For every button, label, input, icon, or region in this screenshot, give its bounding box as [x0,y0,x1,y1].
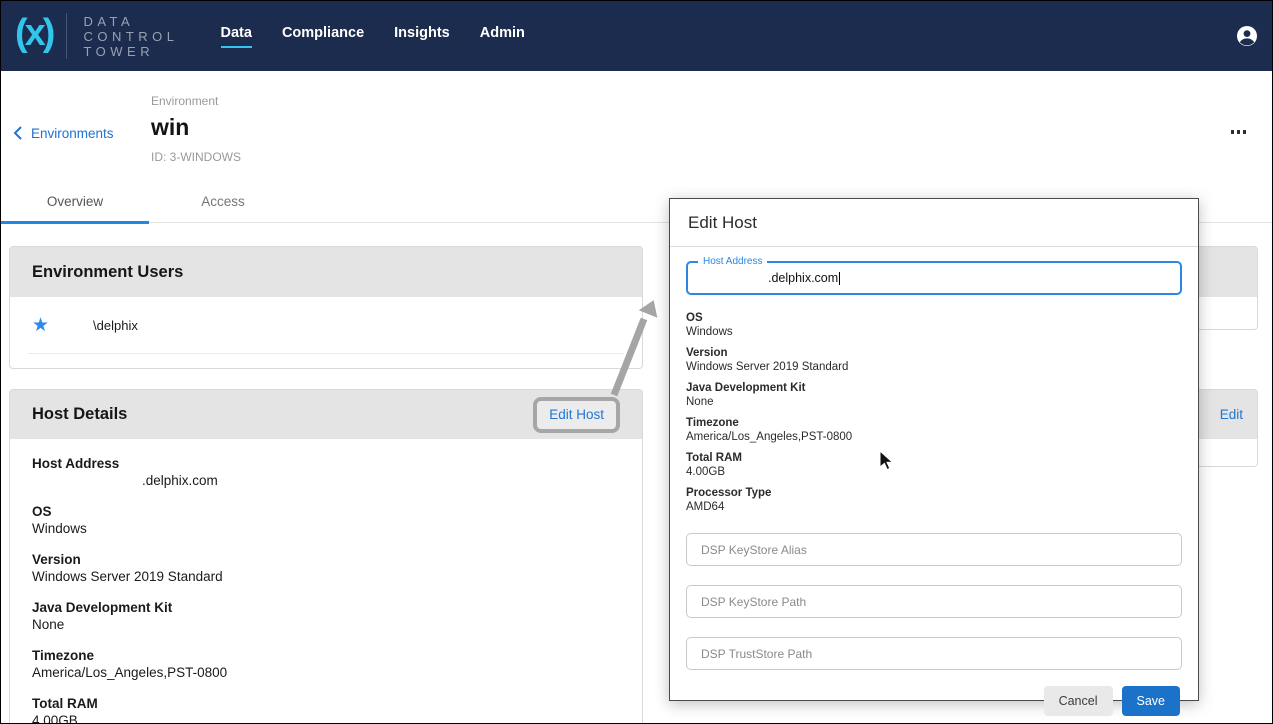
field-value: Windows Server 2019 Standard [32,568,620,585]
field-timezone: Timezone America/Los_Angeles,PST-0800 [32,647,620,681]
modal-field-total-ram: Total RAM 4.00GB [686,452,1182,479]
field-value: .delphix.com [142,472,620,489]
field-value: Windows [686,325,1182,339]
logo-divider [66,13,67,59]
modal-footer: Cancel Save [670,670,1198,716]
delphix-logo: (x) DATA CONTROL TOWER [15,13,179,59]
field-value: None [686,395,1182,409]
back-link-label: Environments [31,126,114,141]
field-total-ram: Total RAM 4.00GB [32,695,620,724]
field-label: OS [686,312,1182,325]
more-actions-icon[interactable] [1231,130,1247,134]
save-button[interactable]: Save [1122,686,1181,716]
modal-field-jdk: Java Development Kit None [686,382,1182,409]
dsp-keystore-alias-input[interactable] [686,533,1182,566]
field-os: OS Windows [32,503,620,537]
mouse-cursor [879,450,895,472]
delphix-logo-icon: (x) [15,14,52,58]
field-value: Windows [32,520,620,537]
modal-title: Edit Host [670,199,1198,247]
tab-overview[interactable]: Overview [1,187,149,223]
field-version: Version Windows Server 2019 Standard [32,551,620,585]
profile-account-icon[interactable] [1236,25,1258,47]
modal-static-fields: OS Windows Version Windows Server 2019 S… [686,312,1182,514]
modal-field-timezone: Timezone America/Los_Angeles,PST-0800 [686,417,1182,444]
logo-line-2: CONTROL [83,29,178,44]
field-label: Total RAM [32,695,620,712]
field-label: Version [32,551,620,568]
field-value: None [32,616,620,633]
text-caret [839,272,840,285]
cancel-button[interactable]: Cancel [1044,686,1113,716]
nav-item-admin[interactable]: Admin [480,25,525,48]
modal-field-os: OS Windows [686,312,1182,339]
product-name: DATA CONTROL TOWER [83,14,178,59]
field-label: Timezone [32,647,620,664]
field-label: Host Address [32,455,620,472]
dsp-keystore-path-input[interactable] [686,585,1182,618]
environment-users-panel: Environment Users ★ \delphix [9,246,643,369]
dsp-truststore-path-input[interactable] [686,637,1182,670]
field-value: Windows Server 2019 Standard [686,360,1182,374]
modal-field-processor-type: Processor Type AMD64 [686,487,1182,514]
field-value: 4.00GB [32,712,620,724]
chevron-left-icon [13,125,23,141]
host-details-title: Host Details [32,405,127,424]
page-title: win [151,114,189,141]
logo-line-3: TOWER [83,44,178,59]
tab-access[interactable]: Access [149,187,297,223]
field-value: America/Los_Angeles,PST-0800 [686,430,1182,444]
user-row[interactable]: ★ \delphix [28,297,624,354]
host-address-input-value: .delphix.com [768,263,840,293]
host-details-panel: Host Details Edit Host Host Address .del… [9,389,643,724]
annotation-arrow [586,289,676,404]
host-details-header: Host Details Edit Host [10,390,642,439]
right-panel-edit-button[interactable]: Edit [1220,407,1243,422]
entity-type-label: Environment [151,94,218,108]
field-label: Total RAM [686,452,1182,465]
host-address-input[interactable]: Host Address .delphix.com [686,261,1182,295]
field-label: Java Development Kit [32,599,620,616]
field-label: Timezone [686,417,1182,430]
host-address-input-label: Host Address [698,256,767,267]
app-window: (x) DATA CONTROL TOWER Data Compliance I… [0,0,1273,724]
nav-item-data[interactable]: Data [221,25,252,48]
primary-nav: Data Compliance Insights Admin [221,25,525,48]
top-navbar: (x) DATA CONTROL TOWER Data Compliance I… [1,1,1272,71]
environment-users-header: Environment Users [10,247,642,297]
edit-host-button-label: Edit Host [549,407,604,422]
field-jdk: Java Development Kit None [32,599,620,633]
edit-host-modal: Edit Host Host Address .delphix.com OS W… [669,198,1199,701]
field-host-address: Host Address .delphix.com [32,455,620,489]
field-label: Version [686,347,1182,360]
field-label: OS [32,503,620,520]
modal-field-version: Version Windows Server 2019 Standard [686,347,1182,374]
back-to-environments-link[interactable]: Environments [13,125,114,141]
nav-item-insights[interactable]: Insights [394,25,450,48]
entity-id-label: ID: 3-WINDOWS [151,150,241,164]
host-details-body: Host Address .delphix.com OS Windows Ver… [10,439,642,724]
favorite-star-icon[interactable]: ★ [32,314,49,337]
environment-users-title: Environment Users [32,263,183,282]
field-label: Java Development Kit [686,382,1182,395]
user-name: \delphix [93,318,138,333]
field-value: 4.00GB [686,465,1182,479]
nav-item-compliance[interactable]: Compliance [282,25,364,48]
logo-line-1: DATA [83,14,178,29]
field-value: AMD64 [686,500,1182,514]
field-value: America/Los_Angeles,PST-0800 [32,664,620,681]
field-label: Processor Type [686,487,1182,500]
modal-content: Host Address .delphix.com OS Windows Ver… [670,261,1198,670]
